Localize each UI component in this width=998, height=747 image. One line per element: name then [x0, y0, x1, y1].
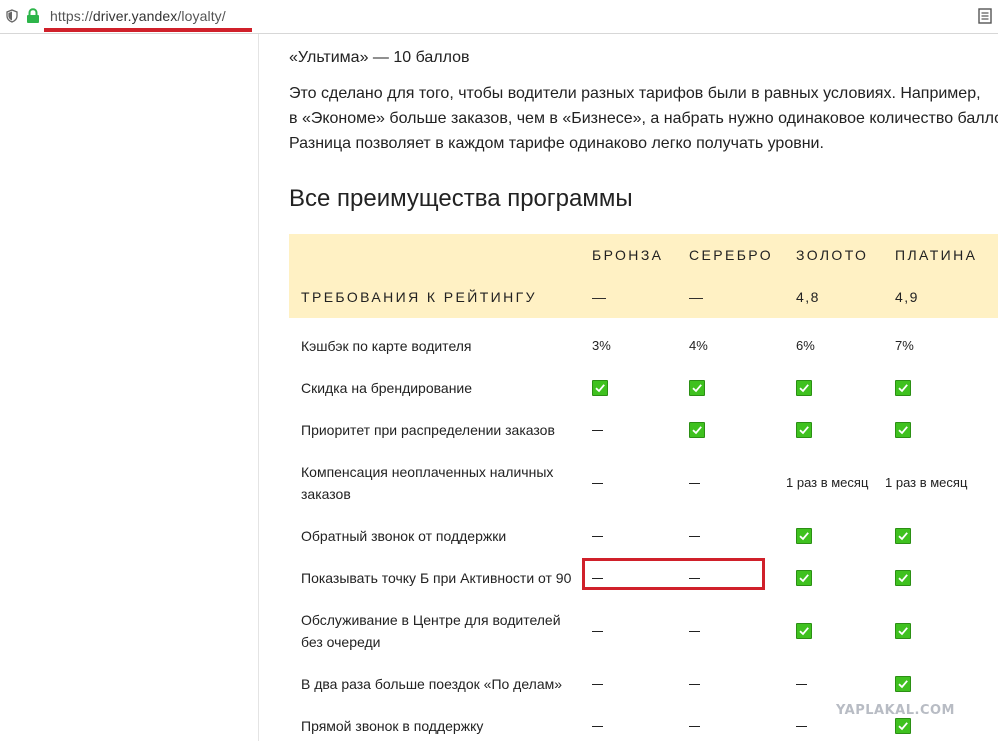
- feature-label: Скидка на брендирование: [301, 377, 586, 399]
- cell-value-gold: 1 раз в месяц: [786, 475, 869, 490]
- browser-address-bar: https://driver.yandex/loyalty/: [0, 0, 998, 34]
- tariff-points-line: «Ультима» — 10 баллов: [289, 49, 470, 66]
- url-annotation-underline: [44, 28, 252, 32]
- cell-value-bronze: 3%: [592, 338, 611, 353]
- feature-label-line: Скидка на брендирование: [301, 380, 473, 396]
- table-header: БРОНЗА СЕРЕБРО ЗОЛОТО ПЛАТИНА ТРЕБОВАНИЯ…: [289, 234, 998, 318]
- watermark: YAPLAKAL.COM: [836, 703, 955, 718]
- feature-label-line: Обслуживание в Центре для водителей: [301, 612, 561, 628]
- feature-label: Обслуживание в Центре для водителей без о…: [301, 609, 586, 653]
- not-available-dash: [592, 726, 603, 727]
- shield-icon[interactable]: [6, 9, 18, 28]
- checkmark-icon: [895, 676, 911, 692]
- url-path: /loyalty/: [177, 8, 226, 24]
- checkmark-icon: [895, 718, 911, 734]
- not-available-dash: [592, 684, 603, 685]
- left-sidebar: [0, 34, 259, 741]
- not-available-dash: [796, 684, 807, 685]
- not-available-dash: [592, 631, 603, 632]
- feature-label: Показывать точку Б при Активности от 90: [301, 567, 586, 589]
- not-available-dash: [689, 726, 700, 727]
- feature-label: Кэшбэк по карте водителя: [301, 335, 586, 357]
- checkmark-icon: [796, 623, 812, 639]
- level-header-gold: ЗОЛОТО: [796, 247, 869, 263]
- feature-label-line: заказов: [301, 486, 351, 502]
- cell-value-gold: 6%: [796, 338, 815, 353]
- checkmark-icon: [592, 380, 608, 396]
- feature-label-line: Кэшбэк по карте водителя: [301, 338, 472, 354]
- table-row: В два раза больше поездок «По делам»: [289, 663, 998, 705]
- table-row: Приоритет при распределении заказов: [289, 409, 998, 451]
- annotation-highlight-box: [582, 558, 765, 590]
- rating-requirement-gold: 4,8: [796, 289, 820, 305]
- checkmark-icon: [895, 422, 911, 438]
- rating-requirement-bronze: —: [592, 289, 608, 305]
- checkmark-icon: [895, 380, 911, 396]
- url-field[interactable]: https://driver.yandex/loyalty/: [50, 8, 226, 24]
- checkmark-icon: [895, 528, 911, 544]
- checkmark-icon: [895, 623, 911, 639]
- level-header-bronze: БРОНЗА: [592, 247, 664, 263]
- cell-value-platinum: 1 раз в месяц: [885, 475, 968, 490]
- feature-label: Обратный звонок от поддержки: [301, 525, 586, 547]
- feature-label: Приоритет при распределении заказов: [301, 419, 586, 441]
- lock-icon[interactable]: [26, 8, 40, 29]
- feature-label-line: Компенсация неоплаченных наличных: [301, 464, 554, 480]
- paragraph-line: Разница позволяет в каждом тарифе одинак…: [289, 135, 824, 152]
- table-row: Скидка на брендирование: [289, 367, 998, 409]
- checkmark-icon: [796, 380, 812, 396]
- checkmark-icon: [796, 528, 812, 544]
- not-available-dash: [592, 483, 603, 484]
- section-title: Все преимущества программы: [289, 185, 633, 212]
- feature-label: Компенсация неоплаченных наличных заказов: [301, 461, 586, 505]
- not-available-dash: [796, 726, 807, 727]
- not-available-dash: [689, 684, 700, 685]
- feature-label-line: без очереди: [301, 634, 381, 650]
- feature-label-line: Показывать точку Б при Активности от 90: [301, 570, 572, 586]
- paragraph-line: Это сделано для того, чтобы водители раз…: [289, 85, 981, 102]
- cell-value-platinum: 7%: [895, 338, 914, 353]
- not-available-dash: [689, 536, 700, 537]
- rating-requirement-platinum: 4,9: [895, 289, 919, 305]
- feature-label-line: Приоритет при распределении заказов: [301, 422, 555, 438]
- url-host: driver.yandex: [92, 8, 178, 24]
- feature-label-line: Прямой звонок в поддержку: [301, 718, 484, 734]
- intro-paragraph: Это сделано для того, чтобы водители раз…: [289, 81, 998, 156]
- reader-view-icon[interactable]: [978, 8, 992, 29]
- checkmark-icon: [689, 422, 705, 438]
- table-row: Кэшбэк по карте водителя 3% 4% 6% 7%: [289, 325, 998, 367]
- table-row: Обратный звонок от поддержки: [289, 515, 998, 557]
- checkmark-icon: [689, 380, 705, 396]
- url-prefix: https://: [50, 8, 93, 24]
- not-available-dash: [689, 631, 700, 632]
- feature-label: Прямой звонок в поддержку: [301, 715, 586, 737]
- feature-label: В два раза больше поездок «По делам»: [301, 673, 586, 695]
- cell-value-silver: 4%: [689, 338, 708, 353]
- not-available-dash: [689, 483, 700, 484]
- feature-label-line: Обратный звонок от поддержки: [301, 528, 507, 544]
- not-available-dash: [592, 430, 603, 431]
- checkmark-icon: [796, 422, 812, 438]
- rating-requirement-silver: —: [689, 289, 705, 305]
- level-header-platinum: ПЛАТИНА: [895, 247, 978, 263]
- checkmark-icon: [796, 570, 812, 586]
- paragraph-line: в «Экономе» больше заказов, чем в «Бизне…: [289, 110, 998, 127]
- table-row: Обслуживание в Центре для водителей без о…: [289, 599, 998, 663]
- level-header-silver: СЕРЕБРО: [689, 247, 774, 263]
- checkmark-icon: [895, 570, 911, 586]
- table-row: Компенсация неоплаченных наличных заказов…: [289, 451, 998, 515]
- rating-requirement-label: ТРЕБОВАНИЯ К РЕЙТИНГУ: [301, 289, 537, 305]
- feature-label-line: В два раза больше поездок «По делам»: [301, 676, 563, 692]
- not-available-dash: [592, 536, 603, 537]
